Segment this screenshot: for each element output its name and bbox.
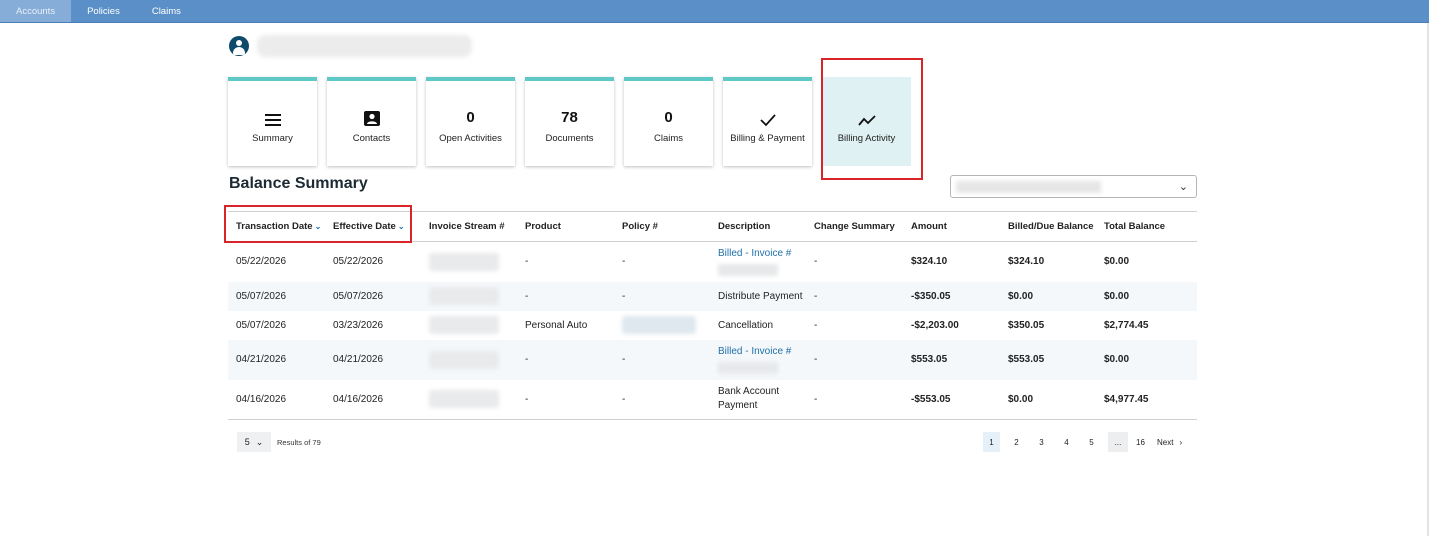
col-total-balance: Total Balance [1096, 211, 1197, 242]
dropdown-value-redacted [956, 181, 1101, 193]
next-page-button[interactable]: Next › [1157, 432, 1182, 452]
col-billed-due-balance: Billed/Due Balance [1000, 211, 1096, 242]
tile-label: Contacts [352, 133, 391, 144]
tile-count: 0 [664, 109, 673, 126]
top-nav-bar: Accounts Policies Claims [0, 0, 1429, 23]
tile-open-activities[interactable]: 0 Open Activities [426, 77, 515, 166]
tile-label: Open Activities [439, 133, 502, 144]
section-title: Balance Summary [229, 175, 368, 192]
col-transaction-date[interactable]: Transaction Date ⌄ [228, 211, 325, 242]
invoice-stream-redacted [429, 252, 499, 271]
page-2-button[interactable]: 2 [1008, 432, 1025, 452]
col-change-summary: Change Summary [806, 211, 903, 242]
invoice-stream-redacted [429, 350, 499, 369]
col-effective-date[interactable]: Effective Date ⌄ [325, 211, 421, 242]
page-ellipsis: ... [1108, 432, 1128, 452]
invoice-number-redacted [718, 361, 778, 374]
col-policy: Policy # [614, 211, 710, 242]
invoice-number-redacted [718, 263, 778, 276]
tile-billing-activity[interactable]: Billing Activity [822, 77, 911, 166]
invoice-stream-redacted [429, 287, 499, 305]
invoice-stream-redacted [429, 316, 499, 334]
invoice-link[interactable]: Billed - Invoice # [718, 248, 791, 259]
sort-caret-icon: ⌄ [314, 222, 322, 231]
account-name-redacted [257, 35, 472, 57]
menu-icon [264, 114, 281, 126]
contact-card-icon [363, 111, 380, 126]
tile-claims[interactable]: 0 Claims [624, 77, 713, 166]
results-count: Results of 79 [277, 437, 321, 447]
sort-caret-icon: ⌄ [397, 222, 405, 231]
chevron-down-icon: ⌄ [1178, 181, 1188, 193]
table-row: 05/07/2026 03/23/2026 Personal Auto Canc… [228, 311, 1197, 340]
table-row: 05/22/2026 05/22/2026 - - Billed - Invoi… [228, 242, 1197, 282]
page-5-button[interactable]: 5 [1083, 432, 1100, 452]
page-4-button[interactable]: 4 [1058, 432, 1075, 452]
account-avatar-icon [229, 36, 249, 56]
tile-documents[interactable]: 78 Documents [525, 77, 614, 166]
tile-label: Billing Activity [837, 133, 896, 144]
tile-label: Claims [653, 133, 684, 144]
pagination: 1 2 3 4 5 ... 16 Next › [983, 432, 1182, 452]
table-header-row: Transaction Date ⌄ Effective Date ⌄ Invoic… [228, 211, 1197, 242]
table-row: 04/16/2026 04/16/2026 - - Bank Account P… [228, 379, 1197, 420]
trend-line-icon [857, 115, 876, 126]
tile-label: Summary [252, 133, 293, 144]
table-row: 05/07/2026 05/07/2026 - - Distribute Pay… [228, 281, 1197, 311]
table-row: 04/21/2026 04/21/2026 - - Billed - Invoi… [228, 339, 1197, 380]
col-product: Product [517, 211, 614, 242]
page-16-button[interactable]: 16 [1132, 432, 1149, 452]
invoice-stream-redacted [429, 390, 499, 409]
policy-number-redacted [622, 316, 696, 334]
col-description: Description [710, 211, 806, 242]
page-3-button[interactable]: 3 [1033, 432, 1050, 452]
account-tiles: Summary Contacts 0 Open Activities 78 Do… [228, 77, 921, 166]
nav-tab-policies[interactable]: Policies [71, 0, 136, 22]
col-invoice-stream: Invoice Stream # [421, 211, 517, 242]
balance-table: Transaction Date ⌄ Effective Date ⌄ Invoic… [228, 211, 1197, 420]
tile-label: Billing & Payment [730, 133, 805, 144]
tile-billing-payment[interactable]: Billing & Payment [723, 77, 812, 166]
chevron-down-icon: ⌄ [255, 436, 264, 447]
tile-label: Documents [545, 133, 594, 144]
col-amount: Amount [903, 211, 1000, 242]
tile-contacts[interactable]: Contacts [327, 77, 416, 166]
page-1-button[interactable]: 1 [983, 432, 1000, 452]
nav-tab-claims[interactable]: Claims [136, 0, 197, 22]
tile-count: 78 [561, 109, 578, 126]
tile-summary[interactable]: Summary [228, 77, 317, 166]
nav-tab-accounts[interactable]: Accounts [0, 0, 72, 22]
chevron-right-icon: › [1179, 437, 1183, 447]
invoice-link[interactable]: Billed - Invoice # [718, 346, 791, 357]
filter-dropdown[interactable]: ⌄ [950, 175, 1197, 198]
checkmark-icon [759, 114, 776, 127]
account-header [229, 35, 472, 57]
pagination-size: 5 ⌄ Results of 79 [237, 432, 321, 452]
tile-count: 0 [466, 109, 475, 126]
page-size-select[interactable]: 5 ⌄ [237, 432, 271, 452]
